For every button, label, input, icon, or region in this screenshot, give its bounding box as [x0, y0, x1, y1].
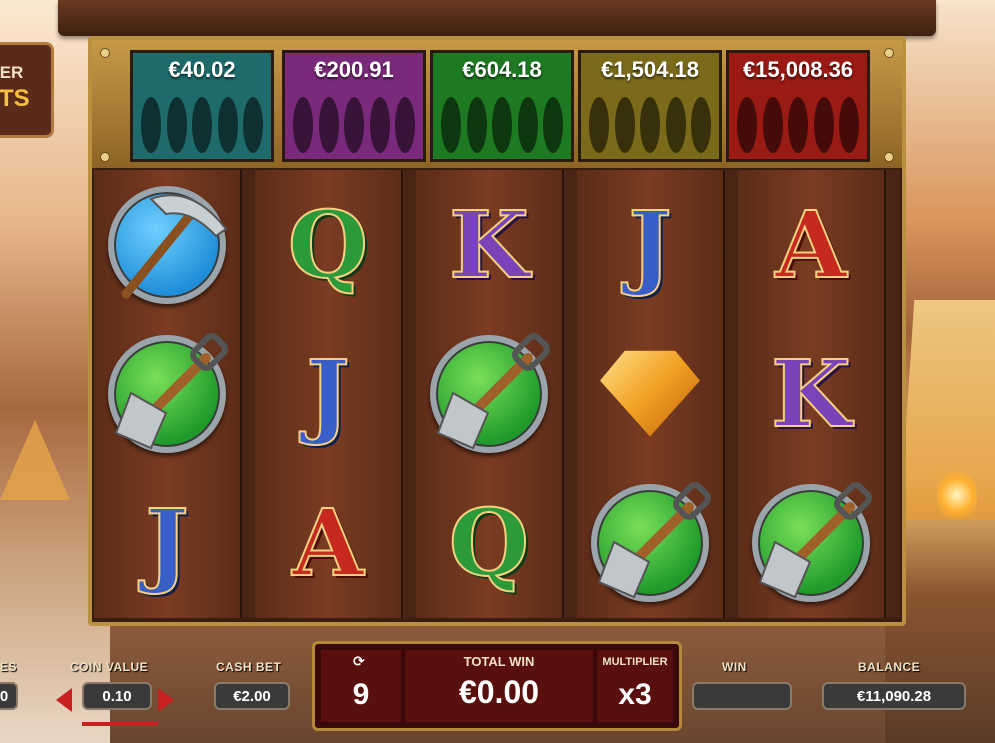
- spins-section[interactable]: ⟳ 9: [321, 650, 401, 722]
- symbol-q: Q: [448, 488, 530, 597]
- multiplier-section: MULTIPLIER x3: [597, 650, 673, 722]
- reel-cell: J: [255, 319, 401, 468]
- jackpot-slots: [441, 97, 563, 157]
- slot-board: €40.02 €200.91 €604.18 €1,504.18 €15,008…: [88, 36, 906, 626]
- reel-cell: J: [577, 170, 723, 319]
- game-logo: IER TS: [0, 42, 54, 138]
- lines-label: ES: [0, 660, 18, 674]
- logo-line-2: TS: [0, 85, 30, 112]
- coin-value-field[interactable]: 0.10: [82, 682, 152, 710]
- jackpot-slots: [737, 97, 859, 157]
- control-bar: ES 0 COIN VALUE 0.10 CASH BET €2.00 ⟳ 9 …: [0, 640, 995, 743]
- reel-cell: K: [416, 170, 562, 319]
- balance-label: BALANCE: [858, 660, 921, 674]
- win-field: [692, 682, 792, 710]
- jackpot-slots: [589, 97, 711, 157]
- rivet: [100, 152, 110, 162]
- rivet: [884, 152, 894, 162]
- reel-cell: Q: [416, 468, 562, 617]
- reel-cell: A: [738, 170, 884, 319]
- jackpot-slots: [293, 97, 415, 157]
- reel-cell: A: [255, 468, 401, 617]
- jackpot-value: €40.02: [168, 57, 236, 82]
- campfire: [937, 470, 977, 520]
- total-win-value: €0.00: [458, 674, 540, 710]
- spin-status-panel: ⟳ 9 TOTAL WIN €0.00 MULTIPLIER x3: [312, 641, 682, 731]
- pickaxe-icon: [108, 185, 228, 304]
- lines-value[interactable]: 0: [0, 682, 18, 710]
- jackpot-tier-3: €604.18: [430, 50, 574, 162]
- total-win-section: TOTAL WIN €0.00: [405, 650, 593, 722]
- jackpot-value: €1,504.18: [601, 57, 699, 82]
- jackpot-tier-2: €200.91: [282, 50, 426, 162]
- reel-cell: [738, 468, 884, 617]
- cabinet-roof: [58, 0, 936, 36]
- shovel-icon: [591, 481, 711, 602]
- reel-3: KQ: [416, 170, 564, 618]
- rivet: [100, 48, 110, 58]
- symbol-k: K: [448, 190, 530, 299]
- jackpot-tier-4: €1,504.18: [578, 50, 722, 162]
- reel-cell: J: [94, 468, 240, 617]
- total-win-label: TOTAL WIN: [463, 654, 535, 669]
- jackpot-tier-1: €40.02: [130, 50, 274, 162]
- reel-5: AK: [738, 170, 886, 618]
- logo-line-1: IER: [0, 63, 24, 82]
- jackpot-tier-5: €15,008.36: [726, 50, 870, 162]
- jackpot-strip: €40.02 €200.91 €604.18 €1,504.18 €15,008…: [92, 40, 902, 168]
- rivet: [884, 48, 894, 58]
- symbol-q: Q: [287, 190, 369, 299]
- coin-value-label: COIN VALUE: [70, 660, 149, 674]
- reel-2: QJA: [255, 170, 403, 618]
- symbol-a: A: [291, 488, 364, 597]
- reel-cell: [94, 170, 240, 319]
- reels-area: JQJAKQJAK: [94, 170, 900, 618]
- jackpot-slots: [141, 97, 263, 157]
- multiplier-value: x3: [618, 678, 652, 711]
- shovel-icon: [752, 481, 872, 602]
- win-label: WIN: [722, 660, 747, 674]
- symbol-a: A: [774, 190, 847, 299]
- symbol-j: J: [305, 339, 351, 448]
- cash-bet-label: CASH BET: [216, 660, 282, 674]
- jackpot-value: €200.91: [314, 57, 394, 82]
- coin-value-decrease-button[interactable]: [56, 688, 72, 712]
- coin-value-increase-button[interactable]: [158, 688, 174, 712]
- jackpot-value: €15,008.36: [742, 57, 854, 82]
- reel-cell: [577, 319, 723, 468]
- reel-4: J: [577, 170, 725, 618]
- reel-cell: [94, 319, 240, 468]
- reel-cell: Q: [255, 170, 401, 319]
- gem-icon: [600, 350, 700, 437]
- symbol-j: J: [627, 190, 673, 299]
- shovel-icon: [430, 332, 550, 453]
- coin-value-bar: [82, 722, 158, 726]
- spins-count: 9: [352, 678, 370, 711]
- symbol-j: J: [144, 488, 190, 597]
- reel-cell: [416, 319, 562, 468]
- symbol-k: K: [770, 339, 852, 448]
- autoplay-icon: ⟳: [353, 654, 365, 670]
- balance-field: €11,090.28: [822, 682, 966, 710]
- reel-cell: K: [738, 319, 884, 468]
- reel-1: J: [94, 170, 242, 618]
- reel-cell: [577, 468, 723, 617]
- multiplier-label: MULTIPLIER: [602, 656, 668, 668]
- shovel-icon: [108, 332, 228, 453]
- cash-bet-field[interactable]: €2.00: [214, 682, 290, 710]
- jackpot-value: €604.18: [462, 57, 542, 82]
